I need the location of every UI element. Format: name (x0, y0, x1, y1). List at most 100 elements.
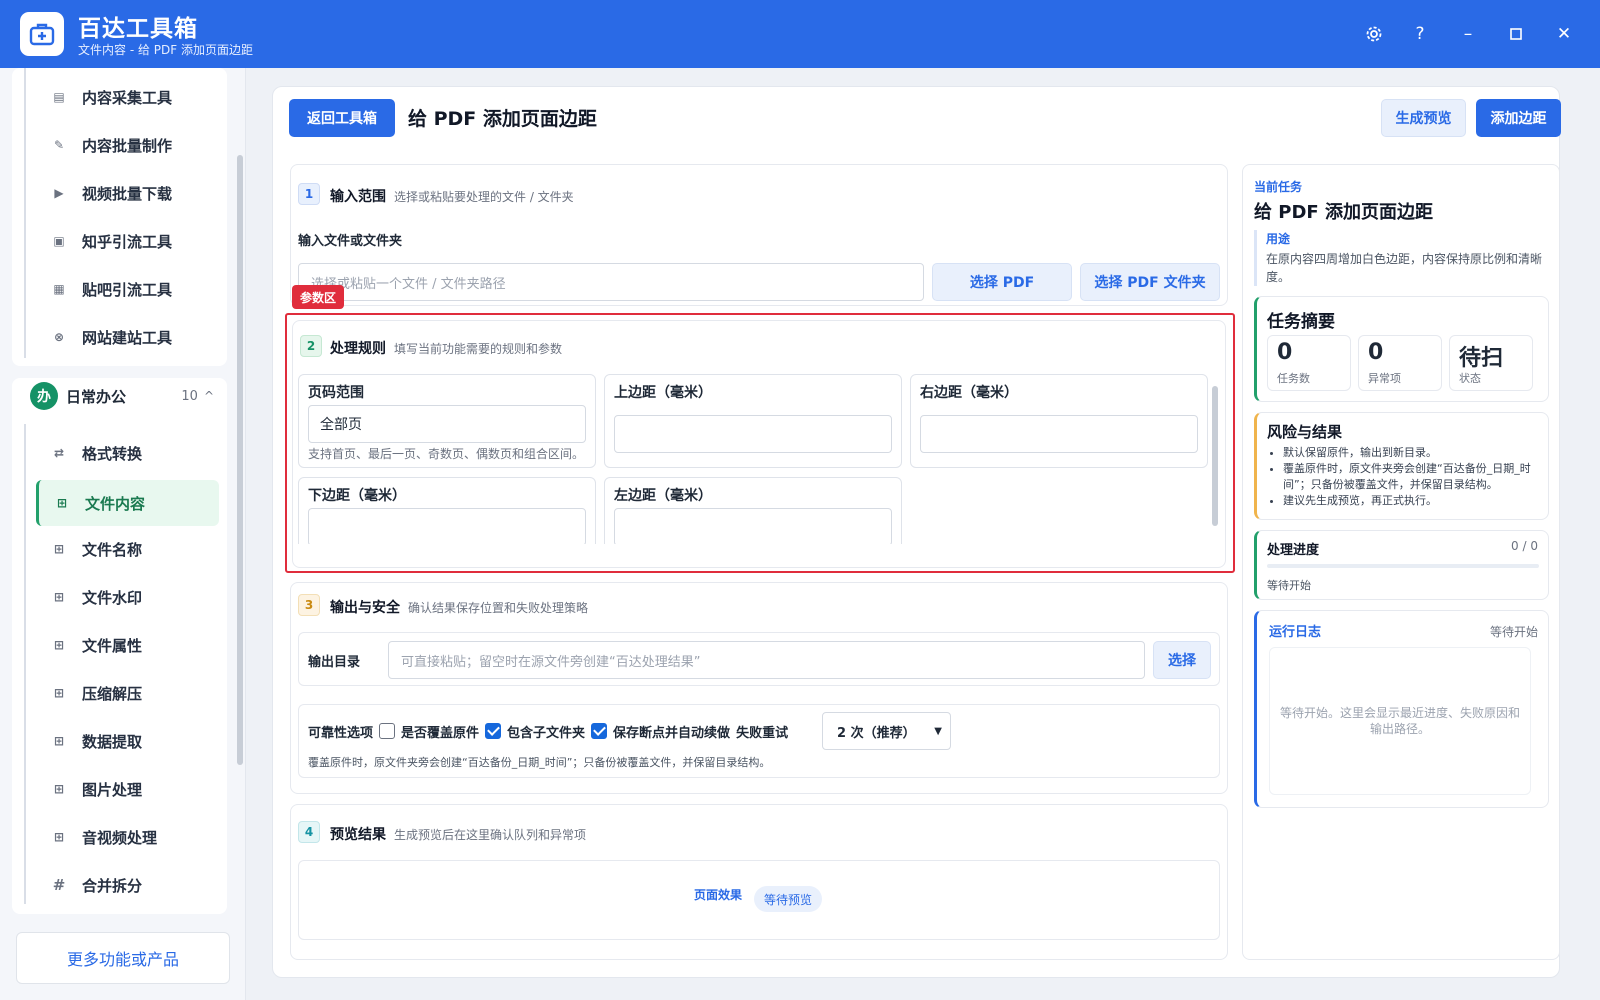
select-pdf-button[interactable]: 选择 PDF (932, 263, 1072, 301)
params-tag: 参数区 (292, 285, 345, 309)
settings-gear-icon[interactable] (1360, 20, 1388, 48)
choose-output-button[interactable]: 选择 (1153, 641, 1211, 679)
sidebar-item-website[interactable]: ⊗ 网站建站工具 (36, 316, 219, 358)
sidebar-item-file-name[interactable]: ⊞ 文件名称 (36, 528, 219, 570)
sidebar-scrollbar-thumb[interactable] (237, 155, 243, 765)
input-field-label: 输入文件或文件夹 (298, 234, 403, 249)
subfolders-label[interactable]: 包含子文件夹 (507, 722, 585, 741)
rules-scrollbar[interactable] (1212, 378, 1218, 542)
section-title-input: 输入范围 (330, 189, 386, 205)
sidebar-item-video-download[interactable]: ▶ 视频批量下载 (36, 172, 219, 214)
help-icon[interactable]: ? (1406, 20, 1434, 48)
tree-line (24, 424, 26, 904)
sidebar-item-file-content[interactable]: ⊞ 文件内容 (36, 480, 219, 526)
generate-preview-button[interactable]: 生成预览 (1381, 99, 1466, 137)
hash-icon: # (52, 876, 66, 894)
stat-value: 0 (1368, 340, 1384, 365)
sidebar-item-batch-make[interactable]: ✎ 内容批量制作 (36, 124, 219, 166)
forum-icon: ▦ (53, 282, 65, 296)
field-hint: 支持首页、最后一页、奇数页、偶数页和组合区间。 (308, 447, 585, 461)
sidebar-item-data-extract[interactable]: ⊞ 数据提取 (36, 720, 219, 762)
tree-line (24, 68, 26, 358)
swap-icon: ⇄ (53, 446, 65, 460)
sidebar-item-image[interactable]: ⊞ 图片处理 (36, 768, 219, 810)
resume-label[interactable]: 保存断点并自动续做 (613, 722, 730, 741)
grid-icon: ⊞ (53, 734, 65, 748)
preview-label: 页面效果 (694, 888, 743, 902)
chevron-down-icon: ▼ (934, 725, 942, 737)
reliability-options: 可靠性选项 是否覆盖原件 包含子文件夹 保存断点并自动续做 失败重试 (308, 721, 788, 741)
group-title: 日常办公 (66, 387, 127, 406)
field-label: 下边距（毫米） (308, 488, 406, 504)
video-icon: ▶ (54, 186, 64, 200)
select-pdf-folder-button[interactable]: 选择 PDF 文件夹 (1080, 263, 1220, 301)
overwrite-checkbox[interactable] (379, 723, 396, 739)
globe-icon: ⊗ (53, 330, 65, 344)
sidebar-item-format-convert[interactable]: ⇄ 格式转换 (36, 432, 219, 474)
output-dir-input[interactable]: 可直接粘贴；留空时在源文件旁创建“百达处理结果” (388, 641, 1145, 679)
field-label: 右边距（毫米） (920, 385, 1018, 401)
right-margin-input[interactable] (920, 415, 1198, 453)
overwrite-label[interactable]: 是否覆盖原件 (401, 722, 479, 741)
group-badge: 办 (30, 382, 58, 410)
sidebar-item-audio-video[interactable]: ⊞ 音视频处理 (36, 816, 219, 858)
sidebar-scrollbar[interactable] (236, 80, 243, 930)
top-margin-input[interactable] (614, 415, 892, 453)
more-features-button[interactable]: 更多功能或产品 (16, 932, 230, 984)
risk-card: 风险与结果 默认保留原件，输出到新目录。 覆盖原件时，原文件夹旁会创建“百达备份… (1254, 412, 1549, 520)
field-top-margin: 上边距（毫米） (604, 374, 902, 468)
rules-scrollbar-thumb[interactable] (1212, 386, 1218, 526)
resume-checkbox[interactable] (591, 723, 608, 739)
field-label: 上边距（毫米） (614, 385, 712, 401)
progress-card: 处理进度 0 / 0 等待开始 (1254, 530, 1549, 600)
sidebar-item-merge-split[interactable]: # 合并拆分 (36, 864, 219, 906)
close-icon[interactable]: ✕ (1550, 20, 1578, 48)
left-margin-input[interactable] (614, 508, 892, 544)
use-accent-bar (1254, 230, 1257, 286)
grid-icon: ⊞ (53, 830, 65, 844)
summary-card: 任务摘要 0 任务数 0 异常项 待扫 状态 (1254, 296, 1549, 402)
field-label: 左边距（毫米） (614, 488, 712, 504)
back-to-toolbox-button[interactable]: 返回工具箱 (289, 99, 395, 137)
section-title-output: 输出与安全 (330, 600, 400, 616)
section-desc-input: 选择或粘贴要处理的文件 / 文件夹 (394, 190, 574, 204)
sidebar-item-watermark[interactable]: ⊞ 文件水印 (36, 576, 219, 618)
sidebar-item-content-collect[interactable]: ▤ 内容采集工具 (36, 76, 219, 118)
stat-task-count: 0 任务数 (1267, 335, 1351, 391)
sidebar-item-zhihu[interactable]: ▣ 知乎引流工具 (36, 220, 219, 262)
maximize-icon[interactable] (1502, 20, 1530, 48)
minimize-icon[interactable]: – (1454, 20, 1482, 48)
use-text: 在原内容四周增加白色边距，内容保持原比例和清晰度。 (1266, 252, 1543, 284)
task-kicker: 当前任务 (1254, 180, 1303, 194)
page-title: 给 PDF 添加页面边距 (408, 108, 597, 130)
sidebar-item-compress[interactable]: ⊞ 压缩解压 (36, 672, 219, 714)
stat-value: 待扫 (1459, 346, 1504, 371)
step-badge-4: 4 (298, 821, 320, 843)
page-range-input[interactable]: 全部页 (308, 405, 586, 443)
bottom-margin-input[interactable] (308, 508, 586, 544)
overwrite-note: 覆盖原件时，原文件夹旁会创建“百达备份_日期_时间”；只备份被覆盖文件，并保留目… (308, 756, 771, 769)
input-path-field[interactable]: 选择或粘贴一个文件 / 文件夹路径 (298, 263, 924, 301)
title-bar: 百达工具箱 文件内容 - 给 PDF 添加页面边距 ? – ✕ (0, 0, 1600, 68)
subfolders-checkbox[interactable] (485, 723, 502, 739)
add-margin-button[interactable]: 添加边距 (1476, 99, 1561, 137)
step-badge-3: 3 (298, 594, 320, 616)
progress-count: 0 / 0 (1511, 539, 1538, 553)
grid-icon: ⊞ (53, 590, 65, 604)
retry-select[interactable]: 2 次（推荐） ▼ (822, 712, 951, 750)
log-title: 运行日志 (1269, 625, 1322, 640)
group-count: 10 (181, 388, 198, 404)
field-label: 页码范围 (308, 385, 364, 401)
section-title-rules: 处理规则 (330, 341, 386, 357)
sidebar-group-header[interactable]: 办 日常办公 10 ^ (30, 378, 220, 414)
grid-icon: ⊞ (56, 496, 68, 510)
chevron-up-icon: ^ (203, 389, 214, 403)
app-title: 百达工具箱 (78, 16, 198, 42)
sidebar-item-file-attributes[interactable]: ⊞ 文件属性 (36, 624, 219, 666)
grid-icon: ⊞ (53, 782, 65, 796)
progress-track (1267, 564, 1539, 568)
output-dir-label: 输出目录 (308, 655, 361, 670)
stat-status: 待扫 状态 (1449, 335, 1533, 391)
risk-list: 默认保留原件，输出到新目录。 覆盖原件时，原文件夹旁会创建“百达备份_日期_时间… (1283, 445, 1545, 509)
sidebar-item-tieba[interactable]: ▦ 贴吧引流工具 (36, 268, 219, 310)
